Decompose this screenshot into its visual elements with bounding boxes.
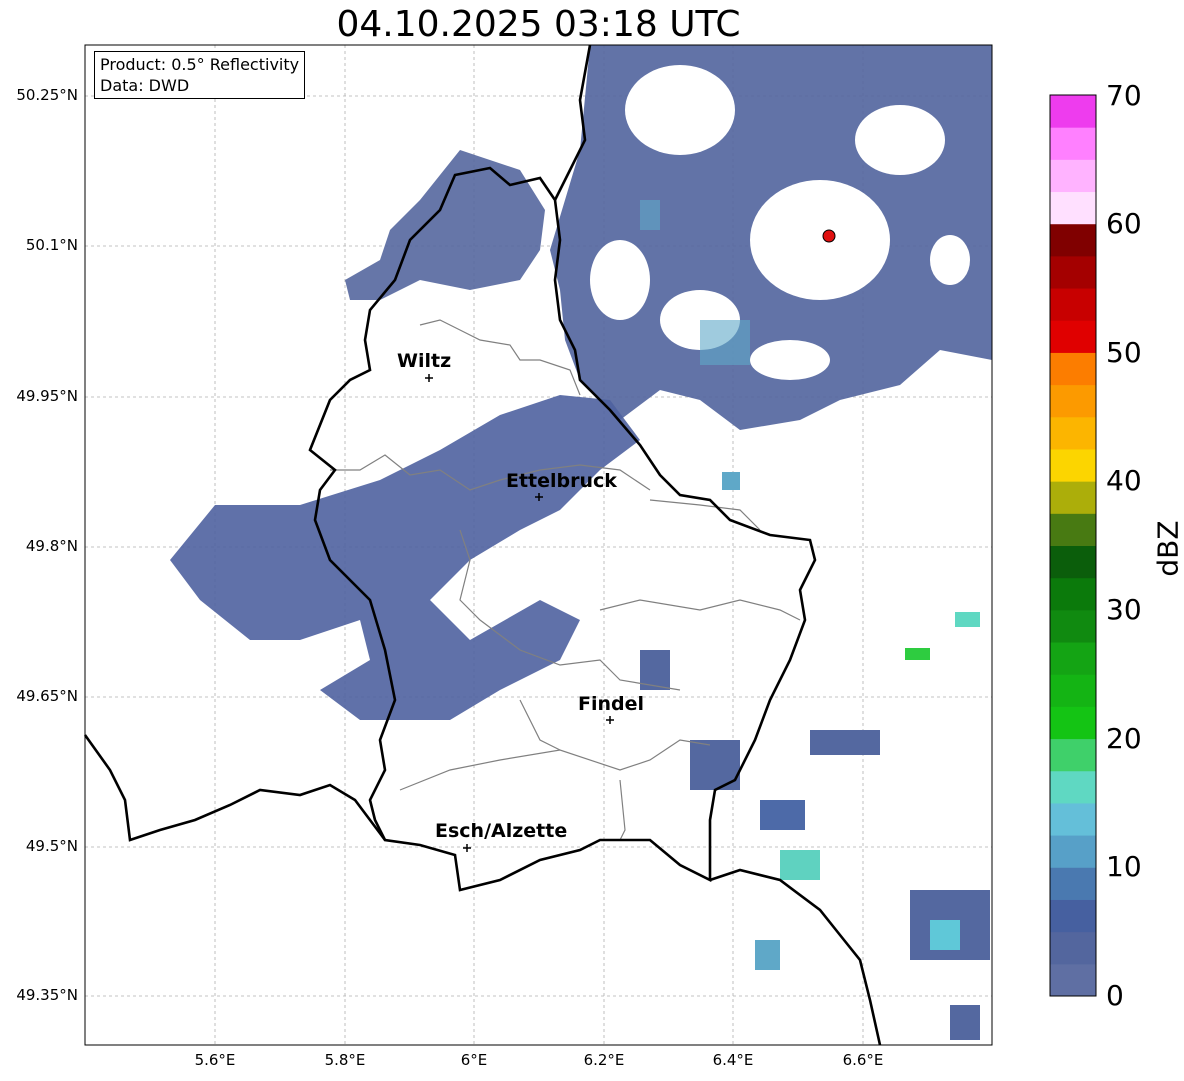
colorbar-tick: 10 (1106, 850, 1142, 883)
colorbar-segment (1050, 191, 1096, 225)
colorbar-segment (1050, 448, 1096, 482)
colorbar-segment (1050, 867, 1096, 900)
lon-label: 6°E (460, 1051, 488, 1069)
lon-label: 6.4°E (712, 1051, 754, 1069)
city-label-findel: Findel (578, 693, 645, 715)
colorbar-segment (1050, 545, 1096, 579)
colorbar-segment (1050, 738, 1096, 772)
colorbar-segment (1050, 802, 1096, 836)
city-label-wiltz: Wiltz (397, 350, 452, 372)
lon-label: 5.6°E (194, 1051, 236, 1069)
colorbar-segment (1050, 288, 1096, 321)
colorbar-segment (1050, 159, 1096, 193)
info-box: Product: 0.5° Reflectivity Data: DWD (94, 51, 306, 99)
colorbar-segment (1050, 770, 1096, 804)
colorbar-segment (1050, 706, 1096, 740)
colorbar-tick: 0 (1106, 979, 1124, 1012)
colorbar-tick: 20 (1106, 722, 1142, 755)
data-source-label: Data: DWD (100, 76, 190, 95)
lat-label: 49.35°N (16, 986, 78, 1004)
colorbar-segment (1050, 963, 1096, 997)
city-label-ettelbruck: Ettelbruck (506, 470, 617, 492)
colorbar-segment (1050, 931, 1096, 965)
lon-label: 5.8°E (324, 1051, 366, 1069)
colorbar-segment (1050, 513, 1096, 546)
colorbar-tick: 50 (1106, 336, 1142, 369)
colorbar-unit-label: dBZ (1151, 520, 1184, 577)
colorbar-segment (1050, 320, 1096, 353)
lon-label: 6.2°E (583, 1051, 625, 1069)
colorbar-segment (1050, 95, 1096, 128)
lat-label: 49.95°N (16, 387, 78, 405)
lat-label: 50.1°N (25, 236, 78, 254)
colorbar-segment (1050, 255, 1096, 289)
colorbar-segment (1050, 384, 1096, 418)
lon-label: 6.6°E (842, 1051, 884, 1069)
colorbar-segment (1050, 481, 1096, 514)
colorbar-segment (1050, 352, 1096, 386)
colorbar-segment (1050, 416, 1096, 450)
lat-label: 49.8°N (25, 537, 78, 555)
colorbar-segment (1050, 835, 1096, 868)
colorbar-segment (1050, 127, 1096, 160)
radar-site-marker (822, 229, 836, 243)
colorbar-tick: 60 (1106, 207, 1142, 240)
colorbar-segment (1050, 642, 1096, 675)
colorbar-tick: 70 (1106, 79, 1142, 112)
city-label-esch: Esch/Alzette (435, 820, 568, 842)
colorbar-tick: 40 (1106, 464, 1142, 497)
lat-label: 49.65°N (16, 687, 78, 705)
lat-label: 49.5°N (25, 837, 78, 855)
colorbar (1050, 95, 1096, 997)
product-label: Product: 0.5° Reflectivity (100, 55, 300, 74)
lat-label: 50.25°N (16, 86, 78, 104)
colorbar-tick: 30 (1106, 593, 1142, 626)
colorbar-segment (1050, 899, 1096, 933)
colorbar-segment (1050, 577, 1096, 611)
radar-map (83, 44, 1097, 1046)
colorbar-segment (1050, 223, 1096, 257)
colorbar-segment (1050, 674, 1096, 707)
colorbar-segment (1050, 609, 1096, 643)
